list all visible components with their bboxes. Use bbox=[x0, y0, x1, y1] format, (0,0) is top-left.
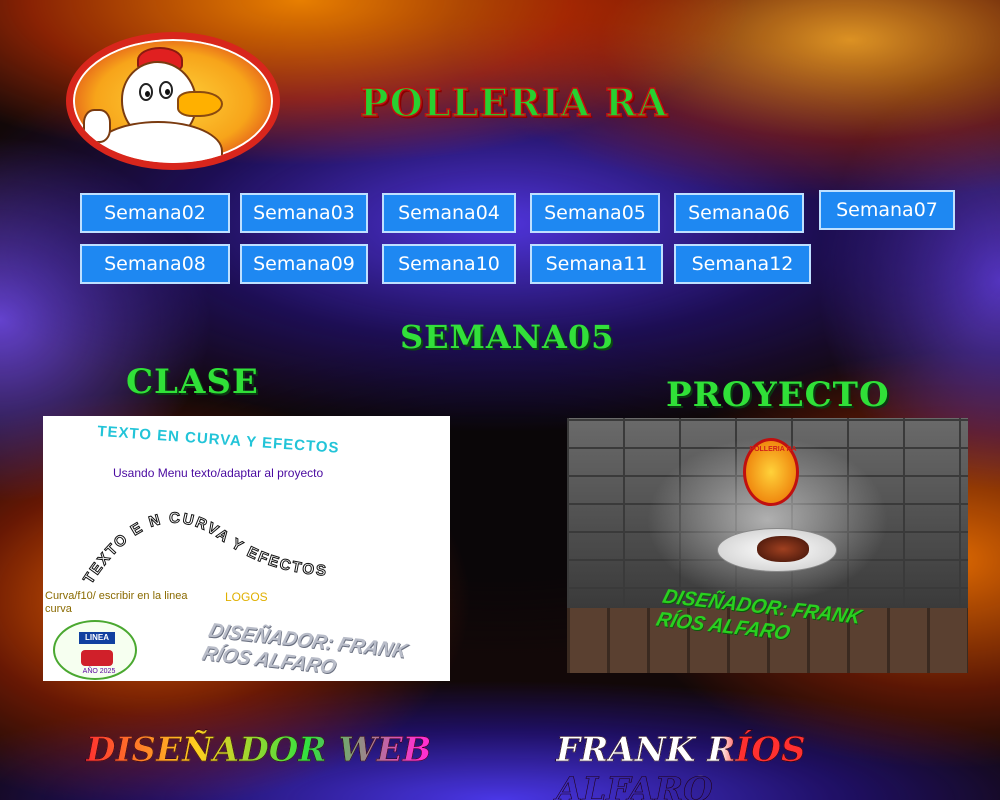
site-title: POLLERIA RA bbox=[359, 79, 669, 126]
proyecto-heading: PROYECTO bbox=[666, 375, 890, 415]
proyecto-image[interactable]: POLLERIA RA DISEÑADOR: FRANK RÍOS ALFARO bbox=[567, 418, 968, 673]
nav-button-semana05[interactable]: Semana05 bbox=[530, 193, 660, 233]
bus-icon bbox=[81, 650, 113, 666]
chicken-dish bbox=[757, 536, 809, 562]
nav-button-semana03[interactable]: Semana03 bbox=[240, 193, 368, 233]
clase-curve-title: TEXTO EN CURVA Y EFECTOS bbox=[96, 422, 341, 457]
transport-logo-label: LINEA bbox=[79, 632, 115, 644]
nav-button-semana02[interactable]: Semana02 bbox=[80, 193, 230, 233]
clase-image[interactable]: TEXTO EN CURVA Y EFECTOS Usando Menu tex… bbox=[43, 416, 450, 681]
clase-curved-text-path: TEXTO E N CURVA Y EFECTOS bbox=[81, 509, 327, 587]
clase-heading: CLASE bbox=[126, 362, 259, 402]
clase-logos-label: LOGOS bbox=[225, 590, 268, 604]
transport-logo: LINEA AÑO 2025 bbox=[53, 620, 137, 680]
nav-button-semana06[interactable]: Semana06 bbox=[674, 193, 804, 233]
clase-curva-note: Curva/f10/ escribir en la linea curva bbox=[45, 590, 188, 615]
nav-button-semana10[interactable]: Semana10 bbox=[382, 244, 516, 284]
chicken-body bbox=[93, 121, 223, 163]
footer-author: FRANK RÍOS ALFARO bbox=[556, 730, 966, 800]
footer-role: DISEÑADOR WEB bbox=[86, 730, 456, 776]
transport-logo-year: AÑO 2025 bbox=[82, 668, 116, 675]
clase-curved-text: TEXTO E N CURVA Y EFECTOS bbox=[81, 509, 328, 587]
chicken-thumb-up bbox=[83, 109, 111, 143]
nav-button-semana09[interactable]: Semana09 bbox=[240, 244, 368, 284]
week-heading: SEMANA05 bbox=[400, 318, 615, 356]
clase-usando-text: Usando Menu texto/adaptar al proyecto bbox=[113, 466, 324, 480]
nav-button-semana07[interactable]: Semana07 bbox=[819, 190, 955, 230]
chicken-eye-right bbox=[159, 81, 173, 99]
nav-button-semana04[interactable]: Semana04 bbox=[382, 193, 516, 233]
nav-button-semana08[interactable]: Semana08 bbox=[80, 244, 230, 284]
chicken-beak bbox=[177, 91, 223, 117]
nav-button-semana11[interactable]: Semana11 bbox=[530, 244, 663, 284]
polleria-logo bbox=[66, 32, 280, 170]
nav-button-semana12[interactable]: Semana12 bbox=[674, 244, 811, 284]
svg-text:TEXTO E N CURVA Y EFECTOS: TEXTO E N CURVA Y EFECTOS bbox=[81, 510, 328, 587]
chicken-eye-left bbox=[139, 83, 153, 101]
clase-signature: DISEÑADOR: FRANK RÍOS ALFARO bbox=[199, 619, 410, 679]
proyecto-logo-text: POLLERIA RA bbox=[749, 446, 797, 453]
